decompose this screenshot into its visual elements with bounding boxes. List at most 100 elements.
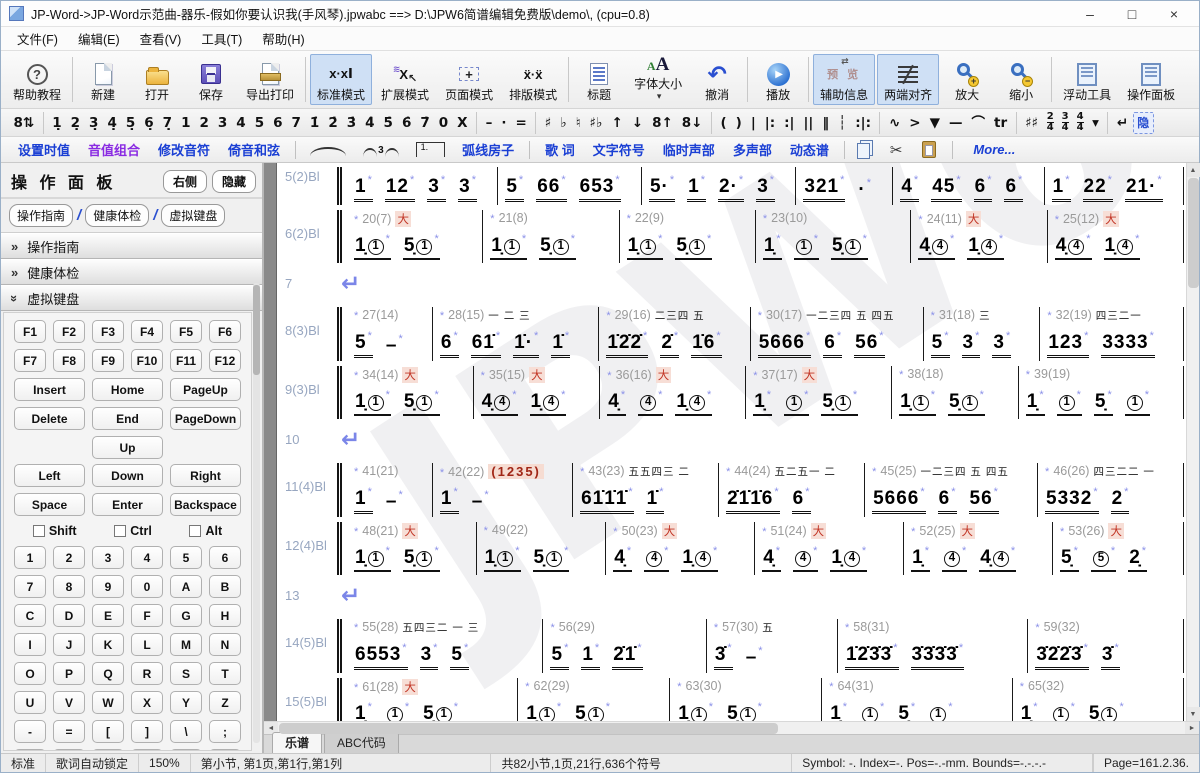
panel-tab[interactable]: 虚拟键盘 [161, 204, 225, 227]
note-group[interactable]: 21· [1125, 169, 1163, 202]
note-palette-button[interactable]: 6̣ [140, 112, 158, 134]
note-group[interactable]: 1̣ [354, 696, 373, 721]
toolbar-button-zoom-in[interactable]: +放大 [941, 54, 993, 105]
note-group[interactable]: 4 [900, 169, 919, 202]
time-signature-button[interactable]: 34 [1058, 111, 1073, 134]
virtual-key-Delete[interactable]: Delete [14, 407, 85, 430]
measure[interactable]: *34(14)大1̣15̣1 [347, 366, 474, 419]
note-group[interactable]: 4̣4 [979, 540, 1016, 572]
virtual-key-3[interactable]: 3 [92, 546, 124, 569]
note-palette-button[interactable]: ♭ [556, 112, 571, 134]
menu-item[interactable]: 工具(T) [191, 26, 252, 51]
note-palette-button[interactable]: :| [780, 112, 799, 134]
note-group[interactable]: 1 [794, 228, 819, 260]
note-palette-button[interactable]: > [905, 112, 925, 134]
note-group[interactable]: 1 [784, 384, 809, 416]
note-group[interactable]: 1̣ [1020, 696, 1039, 721]
measure[interactable]: *41(21)1– [347, 463, 433, 517]
measure[interactable]: *20(7)大1̣15̣1 [347, 210, 483, 263]
note-palette-button[interactable]: 6̇ [397, 112, 415, 134]
note-group[interactable]: 1 [1057, 384, 1082, 416]
line-break-icon[interactable]: ↵ [337, 268, 360, 302]
note-group[interactable]: 1̣ [911, 540, 930, 572]
edit-anchor-icon[interactable]: * [354, 622, 358, 634]
measure[interactable]: *35(15)大4̣41̣4 [474, 366, 601, 419]
note-palette-button[interactable]: ♮ [571, 112, 585, 134]
note-palette-button[interactable]: 8↓ [677, 112, 707, 134]
horizontal-scroll-thumb[interactable] [279, 723, 778, 734]
note-group[interactable]: 6 [440, 325, 459, 358]
edit-anchor-icon[interactable]: * [606, 310, 610, 322]
note-palette-button[interactable]: ) [731, 112, 746, 134]
edit-anchor-icon[interactable]: * [872, 466, 876, 478]
note-group[interactable]: 1̣1 [490, 228, 527, 260]
note-group[interactable]: 4̣ [762, 540, 781, 572]
measure[interactable]: *5·12·3 [642, 167, 796, 205]
note-group[interactable]: – [385, 484, 404, 514]
measure[interactable]: *65(32)1̣15̣1 [1013, 678, 1184, 721]
measure-notes[interactable]: 1̣15̣1 [829, 696, 1005, 721]
note-palette-button[interactable]: 3̣ [85, 112, 103, 134]
more-button[interactable]: More... [973, 142, 1015, 157]
ending-bracket-icon[interactable]: 1. [416, 142, 446, 157]
doc-tab-乐谱[interactable]: 乐谱 [272, 732, 322, 753]
note-group[interactable]: 5 [505, 169, 524, 202]
toolbar-button-font-size[interactable]: AA字体大小▾ [627, 54, 689, 105]
checkbox-Shift[interactable] [33, 525, 45, 537]
toolbar-button-save[interactable]: 保存 [185, 54, 237, 105]
note-group[interactable]: 1̇ [646, 481, 665, 514]
virtual-key-1[interactable]: 1 [14, 546, 46, 569]
virtual-key-F12[interactable]: F12 [209, 349, 241, 372]
measure-notes[interactable]: 1̣15̣1 [1020, 696, 1176, 721]
note-group[interactable]: 1̇6 [691, 325, 721, 358]
note-group[interactable]: 1̇2̇2̇ [606, 325, 648, 358]
virtual-key-Right[interactable]: Right [170, 464, 241, 487]
virtual-key-Home[interactable]: Home [92, 378, 163, 401]
note-palette-button[interactable]: :|: [851, 112, 876, 134]
measure[interactable]: *22(9)1̣15̣1 [620, 210, 756, 263]
edit-anchor-icon[interactable]: * [607, 370, 611, 382]
measure-notes[interactable]: 44566 [900, 169, 1036, 202]
note-group[interactable]: 1 [440, 481, 459, 514]
paste-icon[interactable] [922, 141, 936, 158]
note-group[interactable]: 6 [974, 169, 993, 202]
note-palette-button[interactable]: 0 [434, 112, 452, 134]
note-group[interactable]: 3 [756, 169, 775, 202]
virtual-key-M[interactable]: M [170, 633, 202, 656]
measure[interactable]: *21(8)1̣15̣1 [483, 210, 619, 263]
edit-anchor-icon[interactable]: * [440, 310, 444, 322]
virtual-key-H[interactable]: H [209, 604, 241, 627]
menu-item[interactable]: 查看(V) [130, 26, 192, 51]
note-group[interactable]: 12 [385, 169, 415, 202]
measure[interactable]: *12221· [1045, 167, 1184, 205]
accordion-section-操作指南[interactable]: »操作指南 [1, 233, 262, 259]
virtual-key-6[interactable]: 6 [209, 546, 241, 569]
note-group[interactable]: 4̣4 [918, 228, 955, 260]
measure-notes[interactable]: 1̣15̣1 [354, 696, 510, 721]
note-group[interactable]: 1̣4 [967, 228, 1004, 260]
virtual-key-F7[interactable]: F7 [14, 349, 46, 372]
note-palette-button[interactable]: 7 [287, 112, 305, 134]
note-group[interactable]: 5· [649, 169, 675, 202]
note-palette-button[interactable]: 4̣ [103, 112, 121, 134]
virtual-key-PageDown[interactable]: PageDown [170, 407, 241, 430]
edit-anchor-icon[interactable]: * [726, 466, 730, 478]
measure[interactable]: *31(18)三533 [924, 307, 1041, 361]
measure-notes[interactable]: 1̣15̣1 [525, 696, 662, 721]
note-group[interactable]: 1 [928, 696, 953, 721]
doc-tab-ABC代码[interactable]: ABC代码 [324, 732, 399, 753]
note-palette-button[interactable]: ∿ [884, 112, 904, 134]
vertical-scroll-track[interactable] [1187, 177, 1200, 707]
note-palette-button[interactable]: 4̇ [361, 112, 379, 134]
note-group[interactable]: 3 [962, 325, 981, 358]
note-group[interactable]: 2· [718, 169, 744, 202]
vertical-scroll-thumb[interactable] [1188, 178, 1199, 288]
measure-notes[interactable]: 1̇2̇3̇3̇3̇3̇3̇3̇ [845, 637, 1020, 670]
virtual-key-Down[interactable]: Down [92, 464, 163, 487]
note-group[interactable]: 6 [792, 481, 811, 514]
measure-notes[interactable]: 1– [354, 481, 425, 514]
edit-anchor-icon[interactable]: * [911, 526, 915, 538]
minimize-button[interactable]: – [1069, 2, 1111, 26]
edit-anchor-icon[interactable]: * [354, 214, 358, 226]
note-palette-button[interactable]: X [453, 112, 472, 134]
